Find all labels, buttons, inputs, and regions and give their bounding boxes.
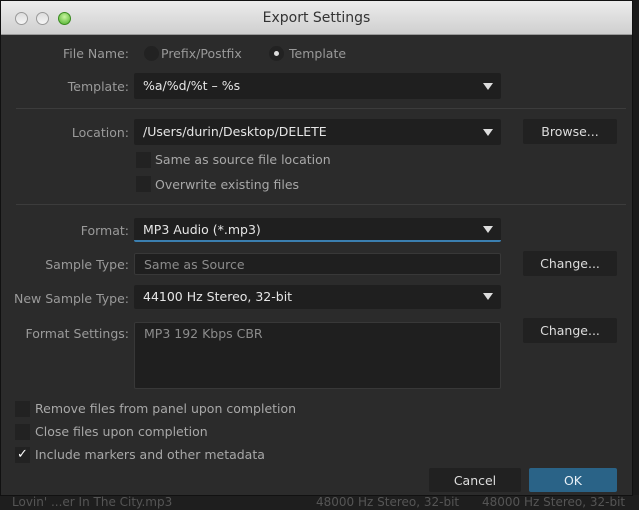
chevron-down-icon: [483, 226, 493, 233]
new-sample-type-dropdown[interactable]: 44100 Hz Stereo, 32-bit: [134, 285, 501, 309]
window-title: Export Settings: [262, 10, 371, 26]
remove-files-label[interactable]: Remove files from panel upon completion: [35, 401, 296, 416]
background-new-sample-type: 48000 Hz Stereo, 32-bit: [482, 495, 626, 509]
format-value: MP3 Audio (*.mp3): [143, 222, 261, 237]
remove-files-checkbox[interactable]: [15, 401, 30, 417]
background-file-row: Lovin' ...er In The City.mp3 48000 Hz St…: [0, 495, 639, 510]
format-dropdown[interactable]: MP3 Audio (*.mp3): [134, 218, 501, 242]
close-files-label[interactable]: Close files upon completion: [35, 424, 208, 439]
sample-type-value: Same as Source: [144, 257, 245, 272]
include-markers-checkbox[interactable]: ✓: [15, 447, 30, 463]
divider: [16, 204, 626, 205]
include-markers-label[interactable]: Include markers and other metadata: [35, 447, 265, 462]
overwrite-label[interactable]: Overwrite existing files: [155, 177, 299, 192]
template-dropdown[interactable]: %a/%d/%t – %s: [134, 73, 501, 99]
ok-button[interactable]: OK: [529, 468, 617, 492]
prefix-postfix-label[interactable]: Prefix/Postfix: [161, 46, 242, 61]
location-value: /Users/durin/Desktop/DELETE: [143, 124, 327, 139]
template-radio-label[interactable]: Template: [289, 46, 346, 61]
template-radio[interactable]: [269, 46, 284, 61]
divider: [16, 108, 626, 109]
new-sample-type-label: New Sample Type:: [13, 291, 129, 306]
prefix-postfix-radio[interactable]: [144, 46, 159, 61]
template-value: %a/%d/%t – %s: [143, 78, 241, 93]
close-files-checkbox[interactable]: [15, 424, 30, 440]
sample-type-label: Sample Type:: [45, 257, 129, 272]
format-settings-label: Format Settings:: [25, 326, 129, 341]
change-format-settings-button[interactable]: Change...: [523, 318, 617, 343]
new-sample-type-value: 44100 Hz Stereo, 32-bit: [143, 289, 293, 304]
same-as-source-checkbox[interactable]: [136, 152, 151, 168]
export-settings-dialog: Export Settings File Name: Prefix/Postfi…: [0, 0, 633, 496]
title-bar[interactable]: Export Settings: [1, 1, 632, 35]
chevron-down-icon: [483, 293, 493, 300]
format-label: Format:: [80, 223, 129, 238]
overwrite-checkbox[interactable]: [136, 176, 151, 192]
change-sample-type-button[interactable]: Change...: [523, 251, 617, 276]
background-file-name: Lovin' ...er In The City.mp3: [12, 495, 173, 509]
location-dropdown[interactable]: /Users/durin/Desktop/DELETE: [134, 119, 501, 145]
checkmark-icon: ✓: [17, 447, 28, 462]
format-settings-box: MP3 192 Kbps CBR: [134, 322, 501, 389]
chevron-down-icon: [483, 129, 493, 136]
format-settings-value: MP3 192 Kbps CBR: [144, 326, 263, 341]
cancel-button[interactable]: Cancel: [429, 468, 521, 492]
background-sample-type: 48000 Hz Stereo, 32-bit: [316, 495, 460, 509]
sample-type-field: Same as Source: [134, 253, 501, 275]
browse-button[interactable]: Browse...: [523, 119, 617, 144]
template-label: Template:: [67, 79, 129, 94]
location-label: Location:: [71, 125, 129, 140]
chevron-down-icon: [483, 83, 493, 90]
same-as-source-label[interactable]: Same as source file location: [155, 152, 331, 167]
file-name-label: File Name:: [63, 46, 129, 61]
